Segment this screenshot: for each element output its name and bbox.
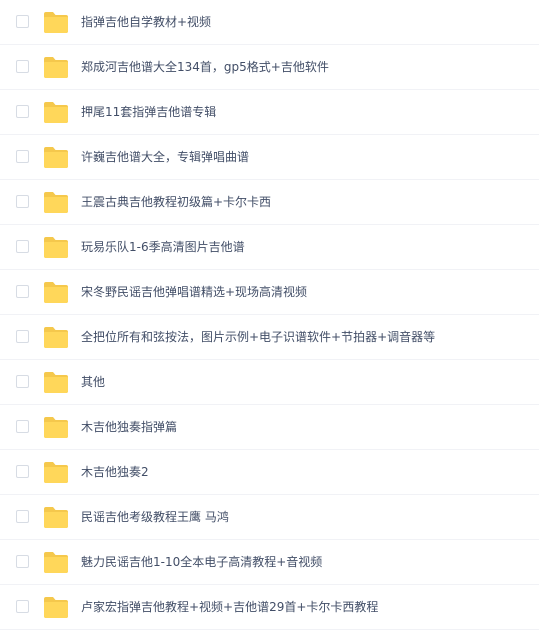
select-checkbox[interactable] [16, 420, 29, 433]
folder-name[interactable]: 宋冬野民谣吉他弹唱谱精选+现场高清视频 [81, 283, 307, 301]
folder-icon [43, 460, 69, 484]
file-row[interactable]: 指弹吉他自学教材+视频 [0, 0, 539, 45]
select-checkbox[interactable] [16, 240, 29, 253]
select-checkbox[interactable] [16, 555, 29, 568]
folder-icon [43, 190, 69, 214]
file-row[interactable]: 全把位所有和弦按法，图片示例+电子识谱软件+节拍器+调音器等 [0, 315, 539, 360]
folder-icon [43, 100, 69, 124]
file-list: 指弹吉他自学教材+视频 郑成河吉他谱大全134首，gp5格式+吉他软件 押尾11… [0, 0, 539, 630]
folder-name[interactable]: 押尾11套指弹吉他谱专辑 [81, 103, 216, 121]
folder-name[interactable]: 卢家宏指弹吉他教程+视频+吉他谱29首+卡尔卡西教程 [81, 598, 378, 616]
select-checkbox[interactable] [16, 150, 29, 163]
file-row[interactable]: 玩易乐队1-6季高清图片吉他谱 [0, 225, 539, 270]
select-checkbox[interactable] [16, 60, 29, 73]
file-row[interactable]: 王震古典吉他教程初级篇+卡尔卡西 [0, 180, 539, 225]
select-checkbox[interactable] [16, 195, 29, 208]
file-row[interactable]: 宋冬野民谣吉他弹唱谱精选+现场高清视频 [0, 270, 539, 315]
folder-name[interactable]: 指弹吉他自学教材+视频 [81, 13, 211, 31]
file-row[interactable]: 其他 [0, 360, 539, 405]
select-checkbox[interactable] [16, 285, 29, 298]
select-checkbox[interactable] [16, 465, 29, 478]
select-checkbox[interactable] [16, 105, 29, 118]
select-checkbox[interactable] [16, 375, 29, 388]
folder-icon [43, 505, 69, 529]
file-row[interactable]: 郑成河吉他谱大全134首，gp5格式+吉他软件 [0, 45, 539, 90]
folder-icon [43, 370, 69, 394]
folder-name[interactable]: 郑成河吉他谱大全134首，gp5格式+吉他软件 [81, 58, 329, 76]
folder-icon [43, 595, 69, 619]
folder-name[interactable]: 玩易乐队1-6季高清图片吉他谱 [81, 238, 245, 256]
folder-name[interactable]: 许巍吉他谱大全，专辑弹唱曲谱 [81, 148, 249, 166]
folder-icon [43, 145, 69, 169]
file-row[interactable]: 木吉他独奏2 [0, 450, 539, 495]
folder-name[interactable]: 全把位所有和弦按法，图片示例+电子识谱软件+节拍器+调音器等 [81, 328, 435, 346]
folder-name[interactable]: 民谣吉他考级教程王鹰 马鸿 [81, 508, 229, 526]
file-row[interactable]: 木吉他独奏指弹篇 [0, 405, 539, 450]
file-row[interactable]: 卢家宏指弹吉他教程+视频+吉他谱29首+卡尔卡西教程 [0, 585, 539, 630]
folder-icon [43, 10, 69, 34]
folder-icon [43, 55, 69, 79]
folder-name[interactable]: 木吉他独奏2 [81, 463, 149, 481]
select-checkbox[interactable] [16, 510, 29, 523]
folder-icon [43, 280, 69, 304]
file-row[interactable]: 民谣吉他考级教程王鹰 马鸿 [0, 495, 539, 540]
folder-icon [43, 235, 69, 259]
folder-name[interactable]: 王震古典吉他教程初级篇+卡尔卡西 [81, 193, 271, 211]
folder-name[interactable]: 魅力民谣吉他1-10全本电子高清教程+音视频 [81, 553, 322, 571]
file-row[interactable]: 魅力民谣吉他1-10全本电子高清教程+音视频 [0, 540, 539, 585]
folder-icon [43, 325, 69, 349]
folder-icon [43, 415, 69, 439]
folder-name[interactable]: 其他 [81, 373, 105, 391]
folder-name[interactable]: 木吉他独奏指弹篇 [81, 418, 177, 436]
select-checkbox[interactable] [16, 600, 29, 613]
file-row[interactable]: 押尾11套指弹吉他谱专辑 [0, 90, 539, 135]
folder-icon [43, 550, 69, 574]
file-row[interactable]: 许巍吉他谱大全，专辑弹唱曲谱 [0, 135, 539, 180]
select-checkbox[interactable] [16, 330, 29, 343]
select-checkbox[interactable] [16, 15, 29, 28]
